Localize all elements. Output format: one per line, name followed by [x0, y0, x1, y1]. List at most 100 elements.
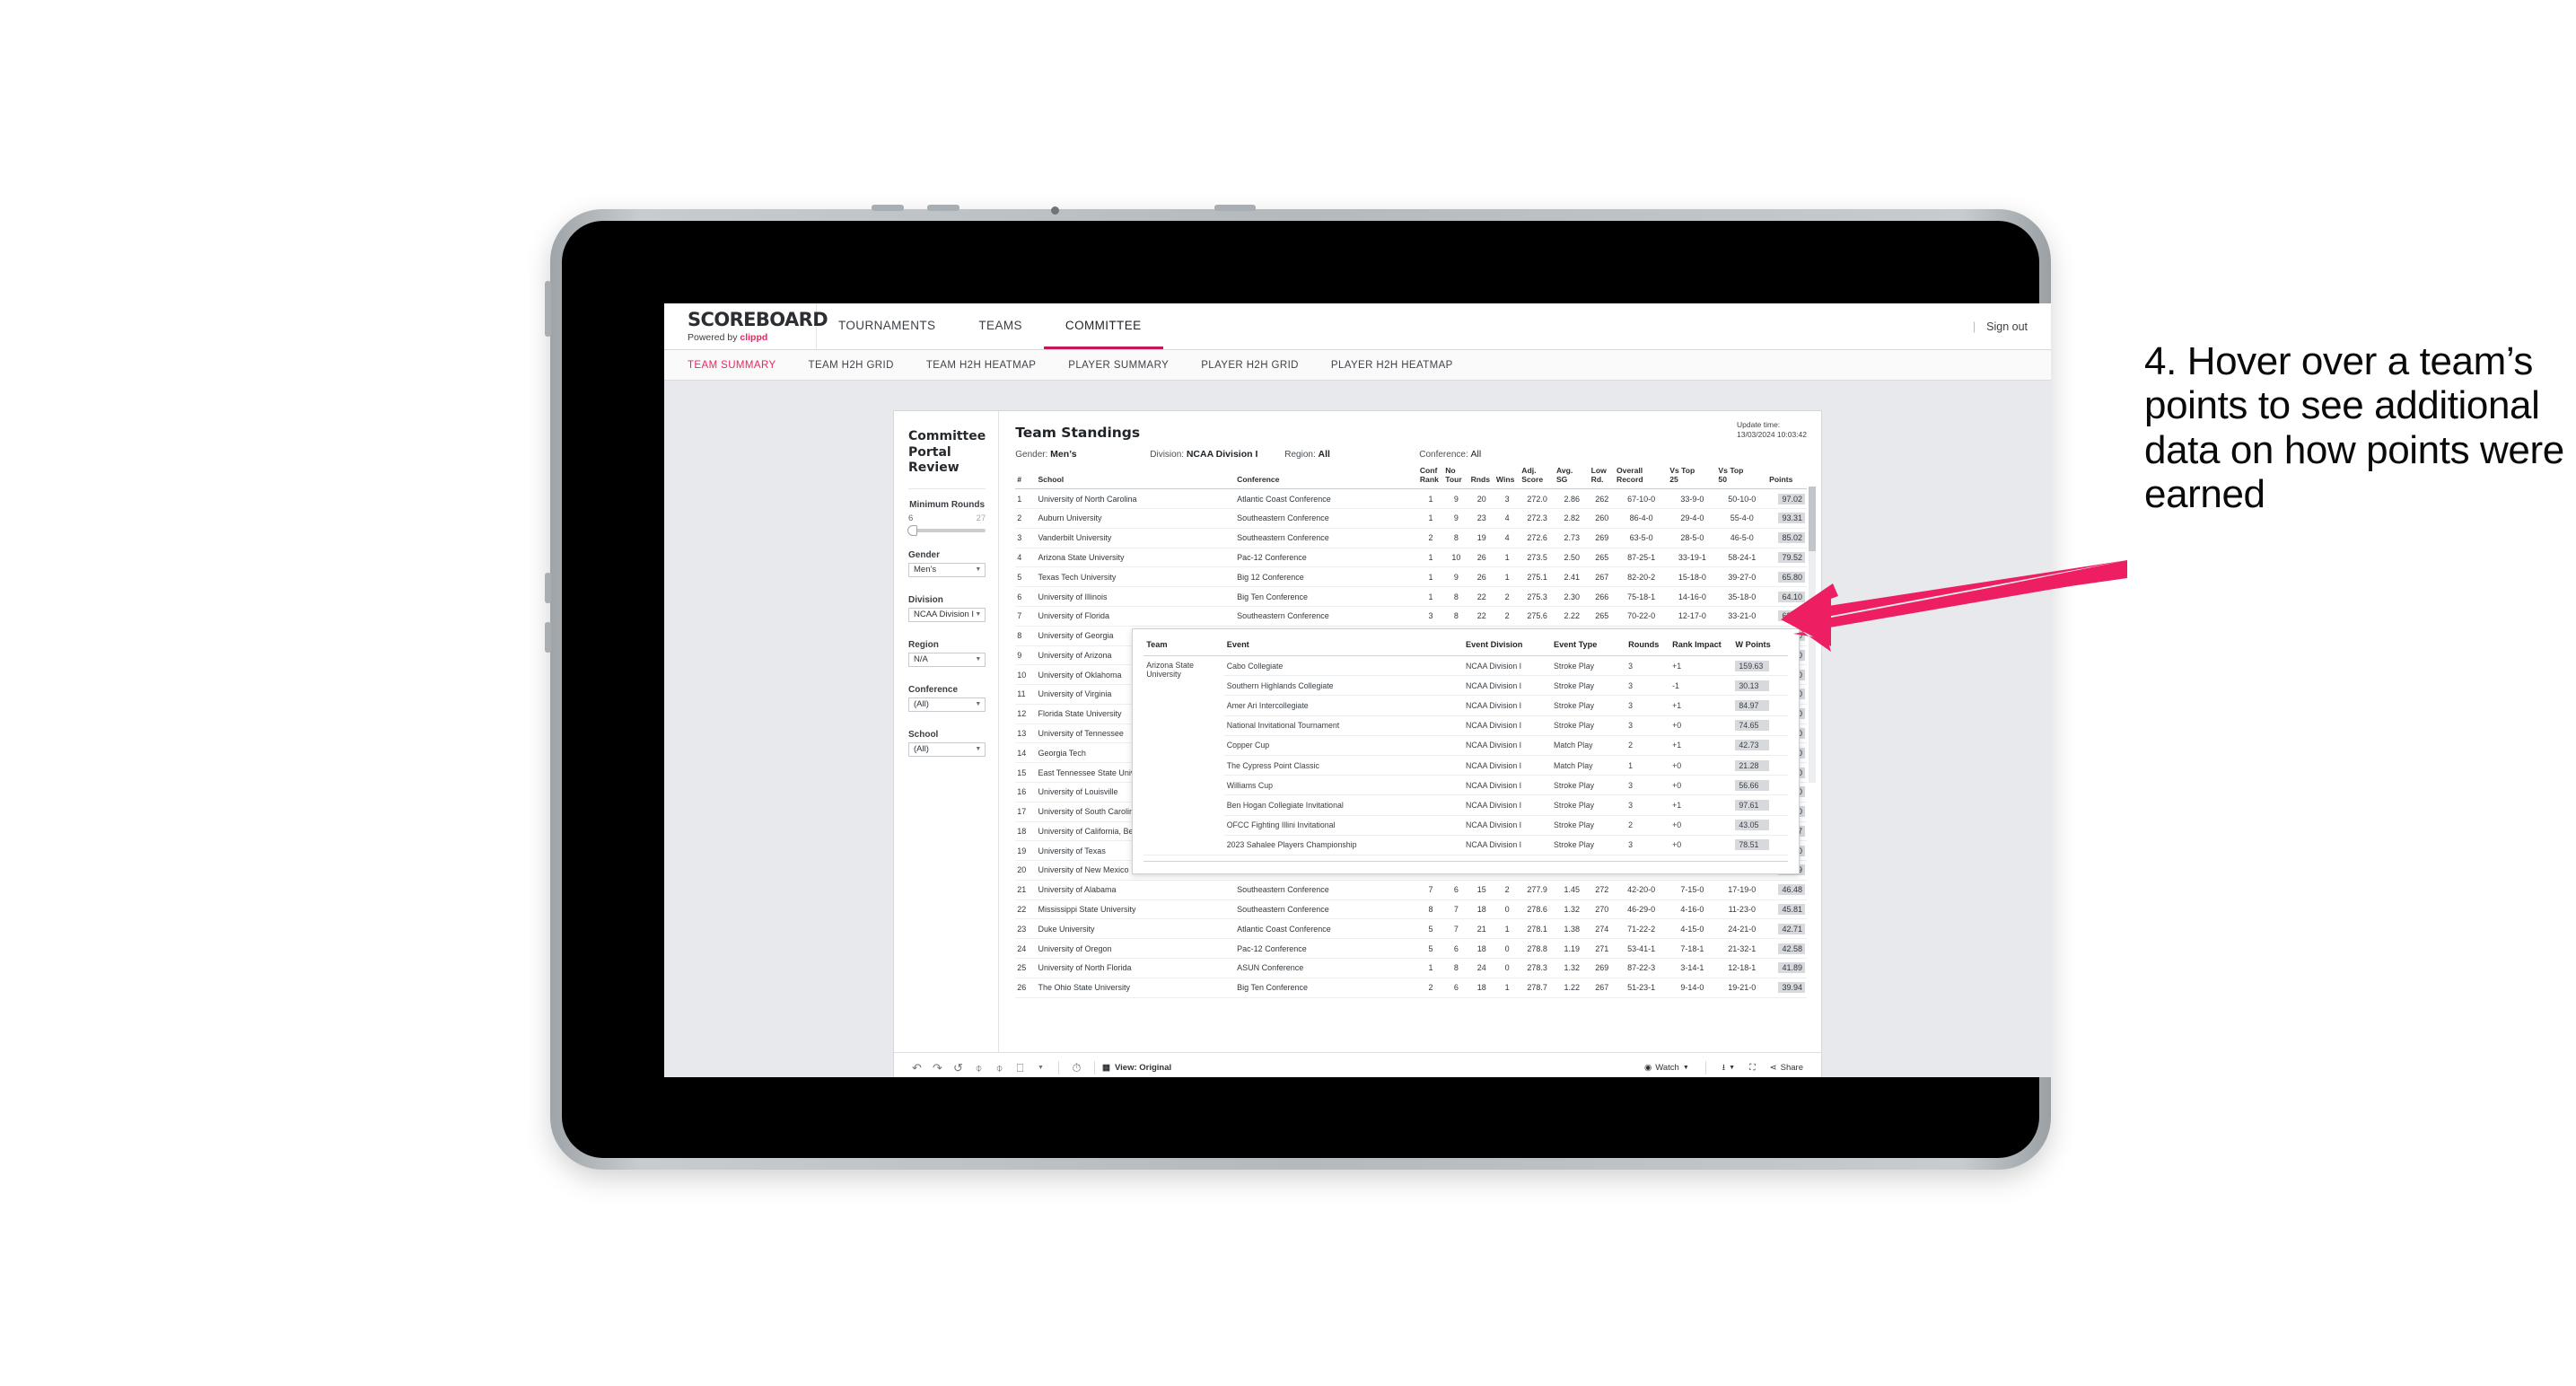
tooltip-cell-division: NCAA Division I	[1463, 775, 1552, 796]
tooltip-cell-team: Arizona State University	[1143, 655, 1224, 855]
cell-conf: Big Ten Conference	[1235, 586, 1418, 607]
cell-record: 46-29-0	[1614, 899, 1669, 920]
points-value[interactable]: 42.71	[1778, 923, 1805, 934]
tab-player-summary[interactable]: PLAYER SUMMARY	[1068, 360, 1188, 371]
points-value[interactable]: 46.48	[1778, 884, 1805, 896]
slider-track[interactable]	[907, 524, 986, 536]
col-no-tour[interactable]: No Tour	[1443, 460, 1469, 490]
cell-no_tour: 10	[1443, 548, 1469, 568]
table-row[interactable]: 2 Auburn University Southeastern Conferenc…	[1015, 508, 1807, 529]
tooltip-col-rounds: Rounds	[1625, 638, 1670, 656]
col-conf-rank[interactable]: Conf Rank	[1417, 460, 1444, 490]
table-row[interactable]: 4 Arizona State University Pac-12 Conferen…	[1015, 548, 1807, 568]
filter-conference-select[interactable]: (All) ▼	[908, 697, 986, 712]
table-row[interactable]: 26 The Ohio State University Big Ten Confe…	[1015, 978, 1807, 998]
nav-item-teams[interactable]: TEAMS	[957, 303, 1044, 349]
sign-out-link[interactable]: Sign out	[1986, 320, 2028, 333]
col-low-rd[interactable]: Low Rd.	[1589, 460, 1615, 490]
col-overall-record-l2: Record	[1616, 474, 1643, 484]
brand-sub-name: clippd	[740, 331, 768, 343]
filter-division-select[interactable]: NCAA Division I ▼	[908, 607, 986, 622]
col-school[interactable]: School	[1036, 460, 1236, 490]
cell-rank: 12	[1015, 704, 1037, 724]
points-value[interactable]: 41.89	[1778, 962, 1805, 974]
share-button[interactable]: ⋖ Share	[1765, 1063, 1809, 1073]
cell-conf_rank: 1	[1417, 566, 1444, 588]
points-value[interactable]: 93.31	[1778, 513, 1805, 524]
col-rnds[interactable]: Rnds	[1468, 460, 1494, 490]
table-row[interactable]: 21 University of Alabama Southeastern Conf…	[1015, 880, 1807, 900]
col-conference[interactable]: Conference	[1235, 460, 1418, 490]
col-adj-score[interactable]: Adj. Score	[1520, 460, 1555, 490]
cell-conf_rank: 2	[1417, 978, 1444, 998]
alert-icon[interactable]: ⏱	[1066, 1057, 1087, 1077]
tab-player-h2h-grid[interactable]: PLAYER H2H GRID	[1201, 360, 1319, 371]
cell-avg_sg: 1.19	[1554, 938, 1590, 959]
rectangle-select-icon[interactable]: ⎕	[1010, 1057, 1030, 1077]
filter-conference: Conference (All) ▼	[908, 685, 986, 712]
tab-team-h2h-heatmap[interactable]: TEAM H2H HEATMAP	[926, 360, 1056, 371]
cell-school: University of Oregon	[1036, 938, 1236, 959]
cell-no_tour: 6	[1443, 880, 1469, 900]
view-original-button[interactable]: ▦ View: Original	[1102, 1063, 1171, 1073]
fullscreen-button[interactable]: ⛶	[1744, 1063, 1761, 1073]
table-row[interactable]: 25 University of North Florida ASUN Confer…	[1015, 958, 1807, 978]
brand-logo[interactable]: SCOREBOARD Powered by clippd	[664, 303, 828, 349]
download-button[interactable]: ⭳ ▼	[1717, 1061, 1740, 1075]
filter-summary-division-value: NCAA Division I	[1186, 449, 1258, 460]
points-value[interactable]: 45.81	[1778, 904, 1805, 916]
col-avg-sg[interactable]: Avg. SG	[1554, 460, 1590, 490]
col-overall-record[interactable]: Overall Record	[1614, 460, 1669, 490]
table-row[interactable]: 1 University of North Carolina Atlantic Co…	[1015, 488, 1807, 510]
slider-values: 6 27	[908, 513, 986, 523]
table-row[interactable]: 23 Duke University Atlantic Coast Conferen…	[1015, 918, 1807, 940]
tooltip-row: National Invitational Tournament NCAA Div…	[1143, 715, 1789, 736]
watch-button[interactable]: ◉ Watch ▼	[1639, 1063, 1695, 1073]
nav-item-tournaments[interactable]: TOURNAMENTS	[817, 303, 957, 349]
tab-player-h2h-heatmap[interactable]: PLAYER H2H HEATMAP	[1331, 360, 1473, 371]
cell-vs25: 7-15-0	[1668, 880, 1717, 900]
tooltip-cell-rounds: 3	[1625, 675, 1670, 697]
filter-division: Division NCAA Division I ▼	[908, 595, 986, 622]
table-row[interactable]: 3 Vanderbilt University Southeastern Confe…	[1015, 528, 1807, 548]
table-row[interactable]: 7 University of Florida Southeastern Confe…	[1015, 606, 1807, 627]
cell-low_rd: 262	[1589, 488, 1615, 510]
points-value[interactable]: 39.94	[1778, 982, 1805, 994]
table-scrollbar-thumb[interactable]	[1809, 487, 1816, 551]
filter-school-select[interactable]: (All) ▼	[908, 741, 986, 757]
device-volume-down-button	[545, 622, 551, 653]
col-points[interactable]: Points	[1767, 460, 1807, 490]
chevron-down-icon: ▼	[1729, 1065, 1736, 1071]
redo-icon[interactable]: ↷	[927, 1057, 948, 1077]
points-value[interactable]: 97.02	[1778, 493, 1805, 504]
tooltip-row: Copper Cup NCAA Division I Match Play 2 +1 42…	[1143, 735, 1789, 756]
filter-summary-gender-value: Men’s	[1050, 449, 1077, 460]
cell-wins: 1	[1494, 548, 1520, 568]
tab-team-h2h-grid[interactable]: TEAM H2H GRID	[809, 360, 914, 371]
nav-item-committee[interactable]: COMMITTEE	[1043, 303, 1163, 349]
refresh-icon[interactable]: ⌽	[968, 1057, 989, 1077]
pause-icon[interactable]: ⌽	[989, 1057, 1010, 1077]
tooltip-row: 2023 Sahalee Players Championship NCAA Di…	[1143, 835, 1789, 855]
col-vs-top-25[interactable]: Vs Top 25	[1668, 460, 1717, 490]
table-row[interactable]: 6 University of Illinois Big Ten Conferenc…	[1015, 586, 1807, 607]
tab-team-summary[interactable]: TEAM SUMMARY	[688, 360, 796, 371]
filter-gender-select[interactable]: Men’s ▼	[908, 562, 986, 577]
tooltip-cell-w-points: 30.13	[1732, 675, 1789, 697]
filter-region-select[interactable]: N/A ▼	[908, 652, 986, 667]
col-rank[interactable]: #	[1015, 460, 1037, 490]
table-row[interactable]: 24 University of Oregon Pac-12 Conference 5…	[1015, 938, 1807, 959]
table-row[interactable]: 5 Texas Tech University Big 12 Conference 1…	[1015, 566, 1807, 588]
cell-wins: 3	[1494, 488, 1520, 510]
chevron-down-icon[interactable]: ▼	[1030, 1057, 1051, 1077]
tooltip-cell-division: NCAA Division I	[1463, 655, 1552, 677]
table-row[interactable]: 22 Mississippi State University Southeaste…	[1015, 899, 1807, 920]
slider-handle[interactable]	[907, 524, 917, 536]
col-wins[interactable]: Wins	[1494, 460, 1520, 490]
points-value[interactable]: 42.58	[1778, 943, 1805, 954]
col-vs-top-50[interactable]: Vs Top 50	[1716, 460, 1768, 490]
col-rnds-l1: Rnds	[1470, 474, 1491, 484]
revert-icon[interactable]: ↺	[948, 1057, 968, 1077]
points-value[interactable]: 85.02	[1778, 532, 1805, 544]
undo-icon[interactable]: ↶	[907, 1057, 927, 1077]
